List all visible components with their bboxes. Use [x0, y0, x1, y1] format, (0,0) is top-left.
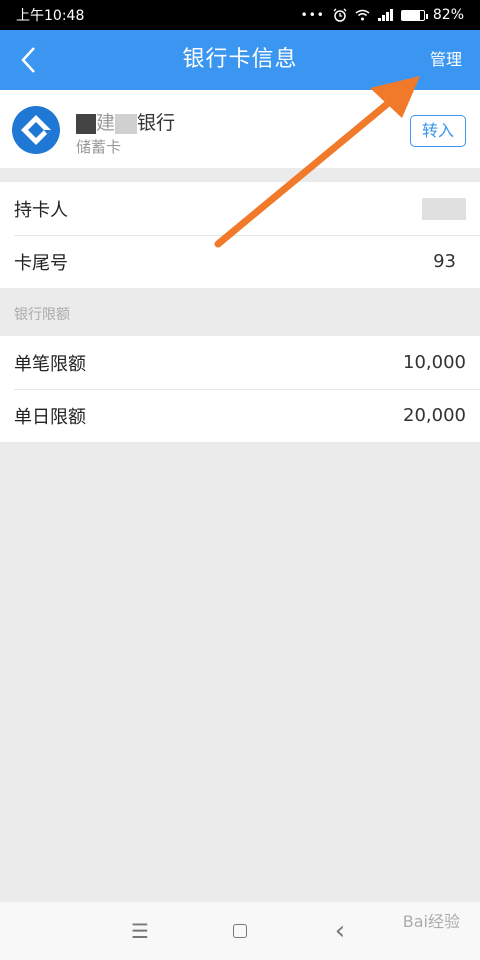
page-title: 银行卡信息 — [182, 47, 298, 72]
single-limit-value: 10,000 — [403, 352, 466, 373]
bank-name-mid: 建 — [96, 112, 116, 134]
notification-dots: ••• — [300, 8, 325, 22]
nav-bar: 银行卡信息 管理 — [0, 30, 480, 90]
alarm-icon — [333, 8, 347, 22]
holder-row: 持卡人 — [0, 182, 480, 235]
back-icon: ‹ — [334, 916, 346, 946]
holder-label: 持卡人 — [14, 199, 68, 221]
bank-name-suffix: 银行 — [137, 112, 176, 134]
menu-key[interactable]: ☰ — [120, 911, 160, 951]
tail-value: 93 — [433, 251, 456, 272]
limits-section-label: 银行限额 — [14, 307, 70, 323]
limits-group: 单笔限额 10,000 单日限额 20,000 — [0, 336, 480, 442]
battery-fill — [401, 10, 420, 20]
battery-percent: 82% — [432, 7, 464, 23]
wifi-icon — [355, 9, 370, 21]
daily-limit-value: 20,000 — [403, 405, 466, 426]
single-limit-row: 单笔限额 10,000 — [0, 336, 480, 389]
holder-value-redacted — [422, 197, 466, 220]
card-info-group: 持卡人 卡尾号 93 — [0, 182, 480, 288]
menu-icon: ☰ — [131, 919, 149, 943]
tail-label: 卡尾号 — [14, 252, 68, 274]
daily-limit-row: 单日限额 20,000 — [0, 389, 480, 442]
status-time: 上午10:48 — [16, 8, 85, 24]
redacted-block — [115, 113, 138, 134]
signal-icon — [377, 9, 393, 21]
home-key[interactable] — [220, 911, 260, 951]
bank-logo-icon — [12, 106, 60, 154]
status-bar: 上午10:48 ••• 82% — [0, 0, 480, 30]
card-type: 储蓄卡 — [76, 138, 122, 156]
manage-button[interactable]: 管理 — [430, 30, 462, 90]
tail-row: 卡尾号 93 — [0, 235, 480, 288]
back-key[interactable]: ‹ — [320, 911, 360, 951]
single-limit-label: 单笔限额 — [14, 353, 86, 375]
battery-icon — [400, 9, 428, 21]
transfer-in-button[interactable]: 转入 — [410, 115, 466, 147]
status-icons: ••• 82% — [301, 7, 464, 23]
home-icon — [233, 924, 247, 938]
daily-limit-label: 单日限额 — [14, 406, 86, 428]
watermark: Bai经验 — [402, 912, 460, 931]
bank-card-header: 建银行 储蓄卡 转入 — [0, 90, 480, 168]
redacted-block — [76, 113, 96, 134]
bank-name: 建银行 — [76, 108, 175, 135]
